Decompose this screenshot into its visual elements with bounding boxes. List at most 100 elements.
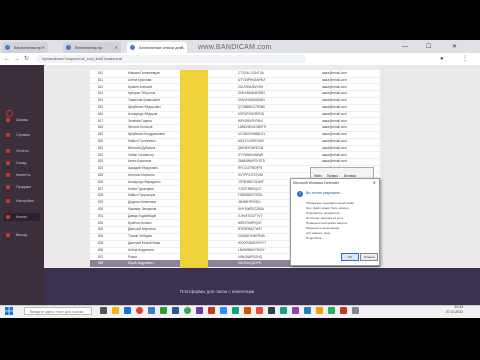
table-cell-mail: aaaa@email.com bbox=[322, 152, 347, 157]
security-dialog: Microsoft Windows Defender ✕ ? Вы хотите… bbox=[290, 178, 380, 266]
table-cell-name: Щербинин Кондратьевич bbox=[128, 132, 166, 137]
table-cell-name: Давид Ходабейцин bbox=[128, 213, 157, 218]
app-icon[interactable] bbox=[280, 307, 287, 314]
table-cell-key: ZDU75NU8VXSH bbox=[238, 84, 264, 89]
app-icon[interactable] bbox=[352, 307, 359, 314]
opera-icon[interactable] bbox=[136, 307, 143, 314]
dialog-title: Microsoft Windows Defender bbox=[293, 181, 339, 185]
table-cell-name: Дмитрий Белый Маки bbox=[128, 241, 161, 245]
app-icon[interactable] bbox=[328, 307, 335, 314]
back-icon[interactable]: ← bbox=[4, 54, 10, 64]
table-cell-key: J7P8HM6TGDWF bbox=[238, 179, 264, 184]
tab-favicon-icon bbox=[5, 45, 10, 50]
reload-icon[interactable]: ↻ bbox=[24, 54, 29, 64]
dialog-text: Проверьте настройки защиты bbox=[306, 221, 348, 225]
app-icon[interactable] bbox=[292, 307, 299, 314]
window-close-icon[interactable]: ✕ bbox=[452, 42, 457, 52]
app-icon[interactable] bbox=[304, 307, 311, 314]
cancel-button[interactable]: Отмена bbox=[360, 253, 378, 261]
tab-close-icon[interactable]: ✕ bbox=[42, 42, 45, 53]
taskbar-search-input[interactable]: Введите здесь текст для поиска bbox=[24, 307, 92, 315]
dialog-close-icon[interactable]: ✕ bbox=[373, 180, 376, 185]
sidebar-item-icon bbox=[6, 118, 10, 122]
maximize-icon[interactable]: ☐ bbox=[426, 42, 431, 52]
url-field[interactable]: my.bandicam/?noquest=ok_cont_list&Показа… bbox=[36, 55, 306, 63]
table-cell-id: 824 bbox=[98, 166, 104, 171]
table-cell-name: Алёна Крылова bbox=[128, 77, 152, 82]
table-cell-key: CT2G4L-FGHTVA bbox=[238, 71, 264, 75]
table-cell-name: Альфредо Фарадонсс bbox=[128, 179, 161, 184]
table-cell-name: Виталий Дубанков bbox=[128, 145, 156, 150]
table-cell-name: Брайтон Конько bbox=[128, 220, 152, 225]
file-explorer-icon[interactable] bbox=[112, 307, 119, 314]
menu-icon[interactable]: ⋮ bbox=[462, 54, 468, 64]
tab-close-icon[interactable]: ✕ bbox=[115, 42, 118, 53]
table-cell-key: RFCG47F8DFF8 bbox=[238, 166, 263, 171]
app-icon[interactable] bbox=[340, 307, 347, 314]
table-cell-key: ZMM3WMP3YSTD bbox=[238, 159, 266, 164]
app-icon[interactable] bbox=[232, 307, 239, 314]
sidebar-item-label: Выход bbox=[16, 233, 27, 237]
table-cell-name: Майкл Пророкорм bbox=[128, 193, 155, 198]
tab-close-icon[interactable]: ✕ bbox=[181, 42, 184, 53]
table-cell-key: M14YCU9RCVMX bbox=[238, 139, 265, 143]
app-icon[interactable] bbox=[196, 307, 203, 314]
store-icon[interactable] bbox=[148, 307, 155, 314]
table-cell-id: 831 bbox=[98, 213, 104, 218]
browser-tab-3[interactable]: Бесплатные ключи для... ✕ bbox=[127, 42, 187, 53]
dialog-heading: Вы хотите разрешить... bbox=[306, 191, 343, 195]
sidebar-item-icon bbox=[6, 161, 10, 165]
sidebar-item[interactable]: Выход bbox=[4, 231, 40, 239]
sidebar-item[interactable]: Настройки bbox=[4, 197, 40, 205]
sidebar-item[interactable]: Отчёты bbox=[4, 147, 40, 155]
sidebar-item[interactable]: Склад bbox=[4, 159, 40, 167]
app-icon[interactable] bbox=[208, 307, 215, 314]
table-cell-key: DTYW5KKAWWK bbox=[238, 152, 264, 157]
app-icon[interactable] bbox=[268, 307, 275, 314]
app-icon[interactable] bbox=[316, 307, 323, 314]
table-cell-mail: aaaa@email.com bbox=[322, 111, 347, 116]
minimize-icon[interactable]: — bbox=[402, 42, 408, 52]
table-cell-name: Аркадий Фёдорович bbox=[128, 166, 158, 171]
tab-favicon-icon bbox=[66, 45, 71, 50]
app-icon[interactable] bbox=[256, 307, 263, 314]
table-cell-mail: aaaa@email.com bbox=[322, 145, 347, 150]
task-view-icon[interactable] bbox=[100, 307, 107, 314]
sidebar-item-active[interactable]: Ключи bbox=[4, 213, 40, 221]
windows-start-icon[interactable] bbox=[5, 307, 13, 315]
table-cell-name: Томислав Кривошеев bbox=[128, 98, 160, 103]
table-cell-name: Купарис Оборотов bbox=[128, 91, 156, 96]
page-footer bbox=[44, 268, 480, 305]
table-cell-id: 835 bbox=[98, 241, 104, 245]
ok-button[interactable]: OK bbox=[341, 253, 359, 261]
sidebar-item[interactable]: Клиенты bbox=[4, 171, 40, 179]
table-cell-key: Q69J6YDAFEZJ6 bbox=[238, 145, 264, 150]
chrome-icon[interactable] bbox=[184, 307, 191, 314]
table-cell-key: KHY1WRDCZ55A bbox=[238, 207, 264, 211]
profile-icon[interactable]: ● bbox=[440, 54, 444, 64]
browser-tab-2[interactable]: Бесплатная пр ✕ bbox=[63, 42, 121, 53]
table-cell-key: F8DM3BVTGS5L bbox=[238, 193, 263, 198]
sidebar-item[interactable]: Справка bbox=[4, 131, 40, 139]
taskbar-clock[interactable]: 10:43 27.10.2022 bbox=[446, 305, 463, 315]
app-icon[interactable] bbox=[220, 307, 227, 314]
edge-icon[interactable] bbox=[124, 307, 131, 314]
browser-tab-1[interactable]: Бесплатная пр ✕ bbox=[2, 42, 48, 53]
table-cell-key: YJPZTRNRQGT bbox=[238, 186, 262, 191]
table-cell-id: 821 bbox=[98, 145, 104, 150]
table-cell-name: Юрий Андреевич bbox=[128, 261, 154, 266]
app-icon[interactable] bbox=[244, 307, 251, 314]
forward-icon[interactable]: → bbox=[14, 54, 20, 64]
sidebar-item-label: Продажи bbox=[16, 185, 32, 189]
sidebar-item-label: Клиенты bbox=[16, 173, 31, 177]
table-cell-id: 828 bbox=[98, 193, 104, 198]
sidebar-item[interactable]: Продажи bbox=[4, 183, 40, 191]
table-cell-key: HXXKFAWXXPVYT bbox=[238, 241, 267, 245]
table-cell-key: XMVJHG6MUDBH bbox=[238, 98, 265, 103]
tab-label: Бесплатная пр bbox=[75, 45, 103, 50]
sidebar-item[interactable]: Заказы bbox=[4, 116, 40, 124]
excel-icon[interactable] bbox=[160, 307, 167, 314]
table-cell-id: 816 bbox=[98, 111, 104, 116]
word-icon[interactable] bbox=[172, 307, 179, 314]
table-cell-id: 817 bbox=[98, 118, 104, 123]
